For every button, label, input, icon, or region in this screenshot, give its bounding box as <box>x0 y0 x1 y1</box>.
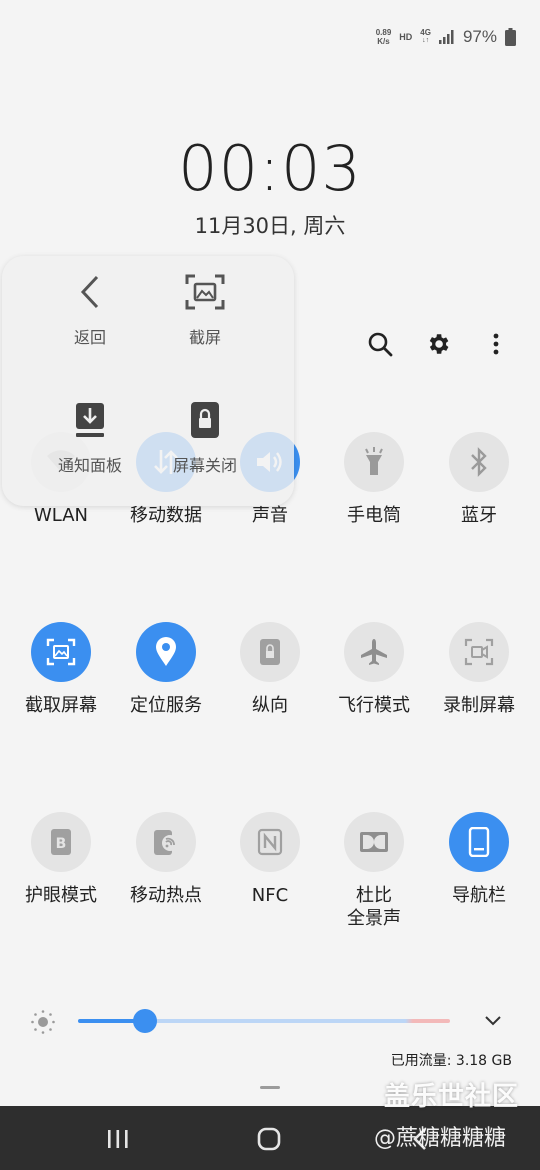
assistant-screenshot[interactable]: 截屏 <box>147 270 263 348</box>
tile-screen-record[interactable]: 录制屏幕 <box>427 622 531 717</box>
notification-panel-icon <box>68 398 112 442</box>
tile-portrait[interactable]: 纵向 <box>218 622 322 717</box>
expand-chevron-icon[interactable] <box>484 1012 502 1031</box>
battery-percent: 97% <box>462 27 497 46</box>
screenshot-icon <box>183 270 227 314</box>
panel-actions <box>364 328 512 360</box>
tile-label: 纵向 <box>252 695 288 716</box>
data-usage: 已用流量: 3.18 GB <box>390 1053 512 1069</box>
brightness-icon <box>30 1009 56 1039</box>
portrait-lock-icon <box>240 622 300 682</box>
tile-label: 定位服务 <box>130 695 202 716</box>
tile-flashlight[interactable]: 手电筒 <box>322 432 426 527</box>
tile-label: 录制屏幕 <box>443 695 515 716</box>
assistant-back-label: 返回 <box>73 328 106 347</box>
tile-navigation-bar[interactable]: 导航栏 <box>427 812 531 907</box>
eye-comfort-icon: B <box>31 812 91 872</box>
location-icon <box>136 622 196 682</box>
tile-eye-comfort[interactable]: B 护眼模式 <box>9 812 113 907</box>
assistant-back[interactable]: 返回 <box>32 270 148 348</box>
tile-label: 杜比 全景声 <box>347 885 401 929</box>
tile-location[interactable]: 定位服务 <box>114 622 218 717</box>
network-type: 4G ↓↑ <box>420 29 431 45</box>
watermark-author: @蔗糖糖糖糖 <box>374 1126 507 1151</box>
tile-label: 导航栏 <box>452 885 506 906</box>
assistant-notification-panel[interactable]: 通知面板 <box>32 398 148 476</box>
hotspot-icon <box>136 812 196 872</box>
brightness-thumb[interactable] <box>132 1009 157 1033</box>
svg-text:B: B <box>56 836 67 852</box>
tile-hotspot[interactable]: 移动热点 <box>114 812 218 907</box>
battery-icon <box>505 28 516 46</box>
status-bar: 0.89 K/s HD 4G ↓↑ 97% <box>376 22 516 52</box>
assistant-menu: 返回 截屏 通知面板 屏幕关闭 <box>2 256 294 506</box>
clock-time: 00:03 <box>178 132 362 205</box>
navigation-bar-icon <box>449 812 509 872</box>
tile-screen-capture[interactable]: 截取屏幕 <box>9 622 113 717</box>
tile-label: 截取屏幕 <box>25 695 97 716</box>
network-speed: 0.89 K/s <box>376 28 392 46</box>
clock-date: 11月30日, 周六 <box>194 214 346 238</box>
screen-record-icon <box>449 622 509 682</box>
hd-voice-indicator: HD <box>399 32 413 42</box>
back-arrow-icon <box>68 270 112 314</box>
tile-label: 蓝牙 <box>461 505 497 526</box>
tile-label: 手电筒 <box>347 505 401 526</box>
assistant-screenshot-label: 截屏 <box>188 328 221 347</box>
tile-label: 飞行模式 <box>338 695 410 716</box>
tile-airplane[interactable]: 飞行模式 <box>322 622 426 717</box>
assistant-screen-off-label: 屏幕关闭 <box>172 456 237 475</box>
tile-label: 护眼模式 <box>25 885 97 906</box>
tile-label: 声音 <box>252 505 288 526</box>
assistant-screen-off[interactable]: 屏幕关闭 <box>147 398 263 476</box>
watermark-community: 盖乐世社区 <box>384 1082 520 1112</box>
recent-apps-button[interactable] <box>98 1124 138 1154</box>
gear-icon[interactable] <box>422 328 454 360</box>
signal-icon <box>438 30 455 44</box>
bluetooth-icon <box>449 432 509 492</box>
speed-value: 0.89 <box>375 28 392 37</box>
nfc-icon <box>240 812 300 872</box>
tile-label: NFC <box>251 885 289 906</box>
brightness-control <box>30 1004 510 1040</box>
more-vert-icon[interactable] <box>480 328 512 360</box>
lock-icon <box>183 398 227 442</box>
screen-capture-icon <box>31 622 91 682</box>
dolby-icon <box>344 812 404 872</box>
network-type-label: 4G <box>420 28 431 37</box>
assistant-notification-label: 通知面板 <box>57 456 122 475</box>
airplane-icon <box>344 622 404 682</box>
tile-dolby-atmos[interactable]: 杜比 全景声 <box>322 812 426 930</box>
tile-bluetooth[interactable]: 蓝牙 <box>427 432 531 527</box>
speed-unit: K/s <box>377 37 390 46</box>
quick-settings-panel: 0.89 K/s HD 4G ↓↑ 97% 00:03 11月30日, 周六 W… <box>0 0 540 1106</box>
panel-handle[interactable] <box>260 1086 280 1089</box>
search-icon[interactable] <box>364 328 396 360</box>
tile-label: WLAN <box>33 505 89 526</box>
flashlight-icon <box>344 432 404 492</box>
tile-nfc[interactable]: NFC <box>218 812 322 907</box>
tile-label: 移动热点 <box>130 885 202 906</box>
tile-label: 移动数据 <box>130 505 202 526</box>
home-button[interactable] <box>249 1124 289 1154</box>
data-arrows-icon: ↓↑ <box>422 37 430 44</box>
